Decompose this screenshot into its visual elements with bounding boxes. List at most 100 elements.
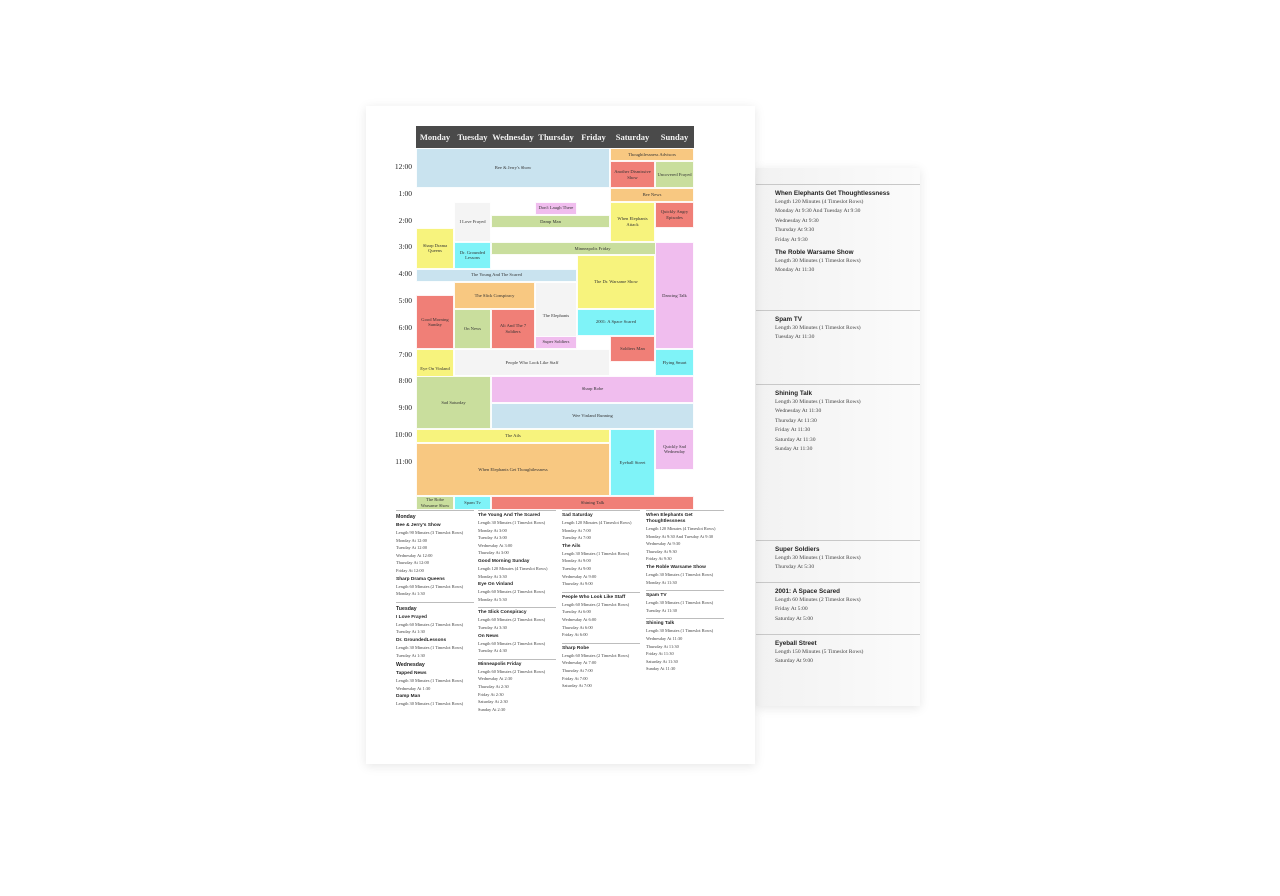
show-length: Length 120 Minutes (4 Timeslot Rows) (478, 565, 548, 571)
show-title: Super Soldiers (775, 546, 820, 553)
program-block: People Who Look Like Staff (454, 349, 610, 376)
show-time: Wednesday At 2:30 (478, 676, 513, 682)
show-time: Friday At 9:30 (775, 236, 808, 243)
program-block: Wee Vinland Running (491, 402, 694, 430)
program-block: When Elephants Get Thoughtlessness (416, 442, 610, 497)
divider (396, 601, 474, 603)
listing-column: The Young And The Scared Length 30 Minut… (478, 511, 556, 713)
show-length: Length 30 Minutes (1 Timeslot Rows) (775, 257, 861, 264)
program-block: The Young And The Scared (416, 268, 577, 282)
day-label: Wednesday (396, 662, 425, 669)
divider (756, 384, 920, 385)
show-time: Thursday At 11:30 (646, 643, 679, 649)
show-time: Tuesday At 3:00 (478, 535, 507, 541)
divider (756, 184, 920, 185)
program-block: Eyeball Street (610, 429, 655, 497)
divider (478, 658, 556, 660)
program-block: Sad Saturday (416, 375, 491, 430)
show-length: Length 30 Minutes (1 Timeslot Rows) (562, 550, 630, 556)
front-page: Monday Tuesday Wednesday Thursday Friday Satu… (366, 106, 755, 764)
program-block: Sharp Drama Queens (416, 228, 454, 269)
show-time: Thursday At 6:00 (562, 624, 593, 630)
show-length: Length 60 Minutes (2 Timeslot Rows) (562, 652, 630, 658)
show-title: Spam TV (775, 316, 802, 323)
program-block: Sharp Robe (491, 375, 694, 403)
program-block: When Elephants Attack (610, 201, 655, 242)
show-length: Length 30 Minutes (1 Timeslot Rows) (775, 554, 861, 561)
show-length: Length 30 Minutes (1 Timeslot Rows) (396, 678, 464, 684)
listing-column: Monday Bee & Jerry's Show Length 90 Minu… (396, 511, 474, 708)
program-block: Damp Man (491, 215, 610, 229)
program-block: Dr. Grounded Lessons (454, 241, 491, 269)
show-length: Length 60 Minutes (2 Timeslot Rows) (562, 601, 630, 607)
show-time: Monday At 1:30 (396, 591, 425, 597)
show-time: Tuesday At 9:00 (562, 565, 591, 571)
show-time: Thursday At 9:30 (775, 227, 815, 233)
divider (562, 642, 640, 644)
program-block: Ali And The 7 Soldiers (491, 308, 535, 349)
divider (756, 582, 920, 583)
show-time: Tuesday At 4:30 (478, 648, 507, 654)
show-time: Tuesday At 11:30 (775, 334, 815, 340)
show-time: Thursday At 3:00 (478, 550, 509, 556)
divider (756, 540, 920, 541)
time-label: 1:00 (398, 188, 412, 198)
show-time: Thursday At 9:00 (562, 581, 593, 587)
schedule-grid: Monday Tuesday Wednesday Thursday Friday Satu… (395, 126, 703, 510)
program-block: The Dr. Warsame Show (577, 255, 655, 309)
divider (756, 634, 920, 635)
show-time: Friday At 12:00 (396, 567, 424, 573)
show-time: Wednesday At 7:00 (562, 660, 597, 666)
day-label: Tuesday (396, 605, 417, 612)
program-block: On News (454, 308, 491, 349)
show-time: Friday At 11:30 (775, 427, 811, 433)
show-time: Monday At 11:30 (646, 579, 677, 585)
listing-block: 2001: A Space Scared Length 60 Minutes (… (775, 584, 893, 624)
program-block: 2001: A Space Scared (577, 308, 655, 336)
show-length: Length 30 Minutes (1 Timeslot Rows) (775, 324, 861, 331)
time-label: 8:00 (398, 376, 412, 386)
show-time: Monday At 7:00 (562, 527, 591, 533)
time-label: 5:00 (398, 296, 412, 305)
day-header: Wednesday (491, 126, 535, 148)
back-page: When Elephants Get Thoughtlessness Lengt… (756, 168, 920, 706)
show-title: 2001: A Space Scared (775, 588, 840, 595)
show-length: Length 30 Minutes (1 Timeslot Rows) (396, 644, 464, 650)
show-time: Monday At 9:00 (562, 558, 591, 564)
show-length: Length 60 Minutes (2 Timeslot Rows) (396, 621, 464, 627)
show-time: Monday At 12:00 (396, 537, 427, 543)
time-label: 11:00 (395, 456, 412, 466)
listing-block: When Elephants Get Thoughtlessness Lengt… (775, 186, 893, 276)
listing-column: When Elephants Get Thoughtlessness Lengt… (646, 511, 724, 673)
show-time: Monday At 3:30 (478, 573, 507, 579)
show-time: Tuesday At 12:00 (396, 545, 428, 551)
show-length: Length 150 Minutes (5 Timeslot Rows) (775, 648, 864, 655)
program-block: The Robe Warsame Show (416, 496, 454, 510)
listing-block: Super Soldiers Length 30 Minutes (1 Time… (775, 542, 893, 573)
program-block: Uncovered Frayed (655, 161, 694, 189)
day-header: Friday (577, 126, 610, 148)
divider (756, 310, 920, 311)
show-time: Monday At 9:30 And Tuesday At 9:30 (646, 533, 714, 539)
show-time: Wednesday At 3:00 (478, 542, 513, 548)
show-time: Friday At 2:30 (478, 691, 504, 697)
show-time: Thursday At 9:30 (646, 548, 677, 554)
show-title: When Elephants Get Thoughtlessness (775, 190, 890, 197)
time-label: 9:00 (398, 403, 412, 413)
show-time: Wednesday At 9:30 (775, 217, 819, 224)
show-length: Length 120 Minutes (4 Timeslot Rows) (775, 198, 864, 205)
show-length: Length 30 Minutes (1 Timeslot Rows) (646, 628, 714, 634)
program-block: Bee & Jerry's Show (416, 148, 610, 189)
show-time: Thursday At 5:30 (775, 564, 815, 570)
show-title: The Roble Warsame Show (775, 249, 854, 256)
program-block: Soldiers Man (610, 335, 655, 363)
listing-block: Shining Talk Length 30 Minutes (1 Timesl… (775, 386, 893, 455)
day-header: Monday (416, 126, 454, 148)
listing-block: Spam TV Length 30 Minutes (1 Timeslot Ro… (775, 312, 893, 343)
show-length: Length 60 Minutes (2 Timeslot Rows) (396, 583, 464, 589)
show-time: Sunday At 2:30 (478, 706, 506, 712)
show-time: Saturday At 11:30 (646, 658, 678, 664)
day-header: Tuesday (454, 126, 491, 148)
divider (646, 590, 724, 592)
show-time: Monday At 3:00 (478, 527, 507, 533)
